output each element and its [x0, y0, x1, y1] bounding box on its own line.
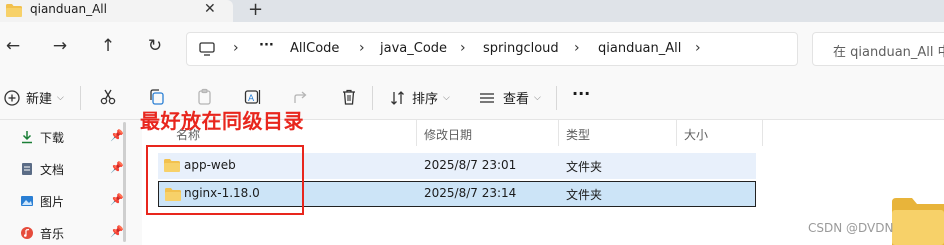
file-type: 文件夹 — [566, 160, 603, 174]
sort-label: 排序 — [412, 92, 439, 107]
pin-icon[interactable]: 📌 — [110, 129, 124, 142]
column-divider[interactable] — [416, 120, 417, 146]
sidebar-item-label: 下载 — [40, 131, 65, 145]
breadcrumb-separator[interactable]: › — [233, 40, 239, 56]
sort-button[interactable]: 排序 ⌵ — [390, 88, 450, 107]
address-row: ← → ↑ ↻ › ··· AllCode › java_Code › spri… — [0, 22, 944, 76]
navigation-pane: 下载 📌 文档 📌 图片 📌 音乐 📌 — [0, 120, 142, 245]
new-button[interactable]: 新建 ⌵ — [4, 88, 64, 107]
rename-icon[interactable]: A — [242, 88, 264, 106]
annotation-box — [146, 145, 304, 215]
paste-icon[interactable] — [194, 88, 216, 106]
divider — [80, 86, 81, 110]
tab-title: qianduan_All — [30, 2, 107, 16]
copy-icon[interactable] — [146, 88, 168, 106]
chevron-down-icon: ⌵ — [534, 92, 541, 103]
view-button[interactable]: 查看 ⌵ — [479, 88, 541, 107]
divider — [372, 86, 373, 110]
column-header-type[interactable]: 类型 — [566, 126, 590, 143]
sidebar-item-pictures[interactable]: 图片 📌 — [0, 188, 130, 214]
forward-arrow-icon[interactable]: → — [48, 36, 72, 56]
plus-circle-icon — [4, 89, 20, 106]
back-arrow-icon[interactable]: ← — [1, 36, 25, 56]
breadcrumb-separator[interactable]: › — [460, 40, 466, 56]
new-tab-button[interactable]: + — [248, 0, 263, 20]
breadcrumb-springcloud[interactable]: springcloud — [483, 41, 559, 56]
file-modified: 2025/8/7 23:14 — [424, 186, 517, 200]
breadcrumb-separator[interactable]: › — [359, 40, 365, 56]
monitor-icon[interactable] — [199, 42, 215, 56]
view-list-icon — [480, 92, 494, 103]
chevron-down-icon: ⌵ — [57, 92, 64, 103]
file-type: 文件夹 — [566, 188, 603, 202]
share-icon[interactable] — [290, 88, 312, 106]
sidebar-scrollbar[interactable] — [123, 122, 126, 242]
refresh-icon[interactable]: ↻ — [143, 36, 167, 56]
more-locations-button[interactable]: ··· — [259, 38, 274, 53]
breadcrumb-separator[interactable]: › — [574, 40, 580, 56]
search-input[interactable]: 在 qianduan_All 中 — [812, 32, 944, 66]
sidebar-item-label: 图片 — [40, 195, 65, 209]
breadcrumb-qianduan-all[interactable]: qianduan_All — [598, 41, 681, 56]
breadcrumb-allcode[interactable]: AllCode — [290, 41, 339, 56]
view-label: 查看 — [503, 92, 530, 107]
new-label: 新建 — [26, 92, 53, 107]
search-placeholder: 在 qianduan_All 中 — [833, 45, 944, 60]
sidebar-item-documents[interactable]: 文档 📌 — [0, 156, 130, 182]
up-arrow-icon[interactable]: ↑ — [96, 36, 120, 56]
tab-strip: qianduan_All ✕ + — [0, 0, 944, 22]
music-icon — [21, 227, 33, 239]
column-header-modified[interactable]: 修改日期 — [424, 126, 472, 143]
trash-icon[interactable] — [338, 88, 360, 106]
annotation-text: 最好放在同级目录 — [140, 109, 304, 133]
sidebar-item-music[interactable]: 音乐 📌 — [0, 220, 130, 245]
pin-icon[interactable]: 📌 — [110, 161, 124, 174]
breadcrumb-separator[interactable]: › — [695, 40, 701, 56]
sidebar-item-downloads[interactable]: 下载 📌 — [0, 124, 130, 150]
file-modified: 2025/8/7 23:01 — [424, 158, 517, 172]
pin-icon[interactable]: 📌 — [110, 193, 124, 206]
column-divider[interactable] — [676, 120, 677, 146]
chevron-down-icon: ⌵ — [443, 92, 450, 103]
more-options-button[interactable]: ··· — [572, 84, 590, 103]
folder-preview-icon — [892, 198, 944, 245]
divider — [556, 86, 557, 110]
download-icon — [22, 131, 32, 144]
column-divider[interactable] — [558, 120, 559, 146]
breadcrumb-java-code[interactable]: java_Code — [380, 41, 447, 56]
tab-qianduan-all[interactable]: qianduan_All ✕ — [0, 0, 233, 22]
document-icon — [22, 163, 32, 175]
sort-icon — [391, 90, 404, 105]
sidebar-item-label: 音乐 — [40, 227, 65, 241]
svg-text:A: A — [248, 94, 255, 104]
sidebar-item-label: 文档 — [40, 163, 65, 177]
column-divider[interactable] — [762, 120, 763, 146]
cut-icon[interactable] — [97, 88, 119, 106]
address-bar[interactable]: › ··· AllCode › java_Code › springcloud … — [186, 32, 798, 66]
watermark-text: CSDN @DVDN — [808, 221, 894, 235]
column-header-size[interactable]: 大小 — [684, 126, 708, 143]
picture-icon — [21, 196, 33, 206]
pin-icon[interactable]: 📌 — [110, 225, 124, 238]
folder-icon — [6, 4, 22, 17]
close-icon[interactable]: ✕ — [204, 1, 216, 17]
